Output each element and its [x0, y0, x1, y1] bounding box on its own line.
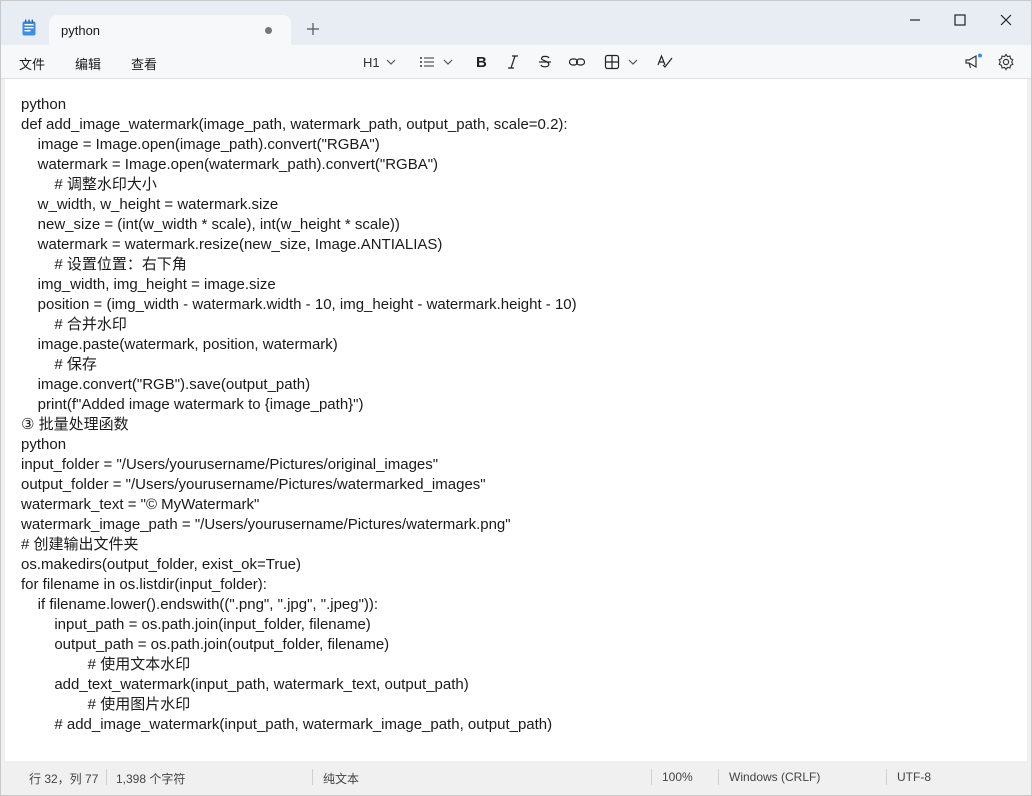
announcement-icon[interactable]: [963, 53, 983, 71]
code-line[interactable]: image.paste(watermark, position, waterma…: [21, 335, 1021, 355]
code-line[interactable]: # 合并水印: [21, 315, 1021, 335]
editor-content[interactable]: python def add_image_watermark(image_path…: [21, 95, 1021, 735]
minimize-icon[interactable]: [905, 11, 925, 29]
status-divider: [718, 769, 719, 785]
menu-edit[interactable]: 编辑: [75, 54, 101, 73]
code-line[interactable]: output_folder = "/Users/yourusername/Pic…: [21, 475, 1021, 495]
heading-label: H1: [363, 54, 380, 70]
code-line[interactable]: image.convert("RGB").save(output_path): [21, 375, 1021, 395]
spellcheck-icon[interactable]: [656, 53, 674, 71]
code-line[interactable]: # 设置位置：右下角: [21, 255, 1021, 275]
tab-python[interactable]: python: [49, 15, 291, 45]
table-dropdown[interactable]: [604, 53, 640, 71]
svg-text:B: B: [476, 54, 487, 71]
code-line[interactable]: add_text_watermark(input_path, watermark…: [21, 675, 1021, 695]
menu-file[interactable]: 文件: [19, 54, 45, 73]
status-divider: [106, 769, 107, 785]
text-format[interactable]: 纯文本: [323, 770, 359, 787]
cursor-position: 行 32，列 77: [29, 772, 99, 786]
chevron-down-icon: [443, 59, 453, 65]
status-divider: [651, 769, 652, 785]
code-line[interactable]: output_path = os.path.join(output_folder…: [21, 635, 1021, 655]
unsaved-dot-icon[interactable]: [265, 27, 272, 34]
notepad-app-icon: [22, 19, 36, 36]
list-dropdown[interactable]: [419, 53, 455, 71]
code-line[interactable]: image = Image.open(image_path).convert("…: [21, 135, 1021, 155]
italic-icon[interactable]: [505, 53, 521, 71]
code-line[interactable]: # 使用文本水印: [21, 655, 1021, 675]
table-icon: [604, 54, 620, 70]
code-line[interactable]: # 保存: [21, 355, 1021, 375]
menu-view[interactable]: 查看: [131, 54, 157, 73]
code-line[interactable]: if filename.lower().endswith((".png", ".…: [21, 595, 1021, 615]
code-line[interactable]: watermark_image_path = "/Users/yourusern…: [21, 515, 1021, 535]
code-line[interactable]: watermark_text = "© MyWatermark": [21, 495, 1021, 515]
add-tab-icon[interactable]: [304, 20, 322, 38]
code-line[interactable]: # 调整水印大小: [21, 175, 1021, 195]
code-line[interactable]: ③ 批量处理函数: [21, 415, 1021, 435]
code-line[interactable]: python: [21, 435, 1021, 455]
code-line[interactable]: # 使用图片水印: [21, 695, 1021, 715]
line-ending[interactable]: Windows (CRLF): [729, 770, 820, 784]
status-bar: 行 32，列 77 1,398 个字符 纯文本 100% Windows (CR…: [1, 761, 1031, 795]
encoding[interactable]: UTF-8: [897, 770, 931, 784]
character-count: 1,398 个字符: [116, 772, 186, 786]
code-line[interactable]: print(f"Added image watermark to {image_…: [21, 395, 1021, 415]
code-line[interactable]: python: [21, 95, 1021, 115]
code-line[interactable]: w_width, w_height = watermark.size: [21, 195, 1021, 215]
tab-title: python: [61, 23, 101, 38]
link-icon[interactable]: [568, 53, 586, 71]
zoom-level[interactable]: 100%: [662, 770, 693, 784]
menu-bar: 文件 编辑 查看 H1 B: [1, 45, 1031, 79]
code-line[interactable]: # 创建输出文件夹: [21, 535, 1021, 555]
code-line[interactable]: img_width, img_height = image.size: [21, 275, 1021, 295]
code-line[interactable]: input_folder = "/Users/yourusername/Pict…: [21, 455, 1021, 475]
notepad-window: python 文件 编辑 查看 H1 B python def add_imag…: [0, 0, 1032, 796]
chevron-down-icon: [386, 59, 396, 65]
title-bar: python: [1, 1, 1031, 45]
code-line[interactable]: position = (img_width - watermark.width …: [21, 295, 1021, 315]
code-line[interactable]: # add_image_watermark(input_path, waterm…: [21, 715, 1021, 735]
status-divider: [312, 769, 313, 785]
code-line[interactable]: def add_image_watermark(image_path, wate…: [21, 115, 1021, 135]
code-line[interactable]: os.makedirs(output_folder, exist_ok=True…: [21, 555, 1021, 575]
chevron-down-icon: [628, 59, 638, 65]
text-editor[interactable]: python def add_image_watermark(image_path…: [5, 79, 1027, 761]
code-line[interactable]: for filename in os.listdir(input_folder)…: [21, 575, 1021, 595]
code-line[interactable]: watermark = Image.open(watermark_path).c…: [21, 155, 1021, 175]
bullet-list-icon: [420, 57, 434, 67]
code-line[interactable]: watermark = watermark.resize(new_size, I…: [21, 235, 1021, 255]
code-line[interactable]: input_path = os.path.join(input_folder, …: [21, 615, 1021, 635]
maximize-icon[interactable]: [950, 11, 970, 29]
bold-icon[interactable]: B: [473, 53, 489, 71]
code-line[interactable]: new_size = (int(w_width * scale), int(w_…: [21, 215, 1021, 235]
strikethrough-icon[interactable]: [537, 53, 553, 71]
close-icon[interactable]: [996, 11, 1016, 29]
heading-dropdown[interactable]: H1: [363, 53, 398, 71]
settings-gear-icon[interactable]: [997, 53, 1015, 71]
status-divider: [886, 769, 887, 785]
